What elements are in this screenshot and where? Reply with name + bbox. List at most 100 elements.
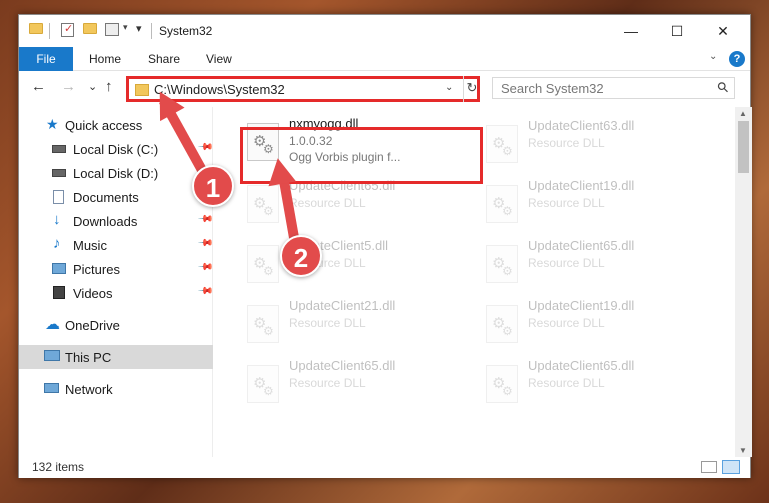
pictures-icon (52, 263, 66, 274)
network-icon (44, 383, 59, 393)
maximize-button[interactable]: ☐ (654, 15, 700, 47)
separator (151, 23, 152, 39)
drive-icon (52, 169, 66, 177)
dll-file-icon: ⚙ ⚙ (247, 305, 279, 343)
tab-file[interactable]: File (19, 47, 73, 71)
new-folder-icon[interactable] (83, 23, 97, 34)
sidebar-item-label: Documents (73, 190, 139, 205)
file-item[interactable]: ⚙ ⚙ UpdateClient5.dll Resource DLL (241, 235, 471, 293)
file-name: UpdateClient65.dll (528, 238, 635, 253)
computer-icon (44, 350, 60, 361)
refresh-button[interactable]: ↻ (463, 76, 480, 102)
sidebar-item-videos[interactable]: Videos 📌 (19, 281, 214, 305)
sidebar-item-network[interactable]: Network (19, 377, 213, 401)
dropdown-arrow-icon[interactable]: ▾ (123, 22, 128, 38)
file-name: UpdateClient21.dll (289, 298, 396, 313)
search-box[interactable]: Search System32 ⚲ (492, 77, 735, 99)
navigation-pane: ★ Quick access Local Disk (C:) 📌 Local D… (19, 107, 214, 457)
file-name: UpdateClient65.dll (289, 358, 396, 373)
dll-file-icon: ⚙ ⚙ (486, 185, 518, 223)
file-name: UpdateClient63.dll (528, 118, 635, 133)
downloads-icon: ↓ (53, 211, 61, 228)
ribbon-tabs: File Home Share View ⌄ ? (19, 47, 750, 71)
file-item[interactable]: ⚙ ⚙ UpdateClient65.dll Resource DLL (480, 235, 710, 293)
help-icon[interactable]: ? (729, 51, 745, 67)
cloud-icon: ☁ (45, 316, 60, 333)
file-type: Resource DLL (289, 316, 366, 330)
annotation-arrowhead-2 (263, 155, 297, 187)
sidebar-item-label: Local Disk (C:) (73, 142, 159, 157)
dll-file-icon: ⚙ ⚙ (486, 125, 518, 163)
sidebar-item-downloads[interactable]: ↓ Downloads 📌 (19, 209, 214, 233)
address-dropdown-icon[interactable]: ⌄ (445, 82, 453, 93)
sidebar-item-pictures[interactable]: Pictures 📌 (19, 257, 214, 281)
pin-icon[interactable]: 📌 (197, 211, 214, 228)
file-item[interactable]: ⚙ ⚙ UpdateClient19.dll Resource DLL (480, 295, 710, 353)
dll-file-icon: ⚙ ⚙ (247, 245, 279, 283)
file-type: Resource DLL (289, 376, 366, 390)
sidebar-item-label: Downloads (73, 214, 138, 229)
file-type: Resource DLL (289, 196, 366, 210)
details-view-icon[interactable] (701, 461, 717, 473)
properties-icon[interactable]: ✓ (61, 23, 74, 37)
star-icon: ★ (46, 116, 59, 132)
scroll-up-icon[interactable]: ▲ (739, 109, 747, 118)
folder-icon (29, 23, 43, 34)
tab-share[interactable]: Share (148, 47, 180, 71)
dll-file-icon: ⚙ ⚙ (486, 365, 518, 403)
sidebar-item-onedrive[interactable]: ☁ OneDrive (19, 313, 213, 337)
tab-home[interactable]: Home (89, 47, 121, 71)
status-bar: 132 items (19, 457, 750, 478)
file-type: Resource DLL (528, 256, 605, 270)
back-button[interactable]: ← (31, 78, 46, 95)
customize-icon[interactable] (105, 23, 119, 36)
quick-access-toolbar-dropdown-icon[interactable]: ▾ (136, 22, 142, 38)
file-item[interactable]: ⚙ ⚙ UpdateClient21.dll Resource DLL (241, 295, 471, 353)
pin-icon[interactable]: 📌 (197, 235, 214, 252)
videos-icon (53, 286, 65, 299)
file-name: UpdateClient65.dll (528, 358, 635, 373)
search-input[interactable]: Search System32 (501, 81, 604, 96)
file-item[interactable]: ⚙ ⚙ UpdateClient63.dll Resource DLL (480, 115, 710, 173)
scroll-thumb[interactable] (738, 121, 749, 173)
sidebar-item-label: Network (65, 382, 113, 397)
sidebar-item-label: OneDrive (65, 318, 120, 333)
up-button[interactable]: ↑ (105, 78, 113, 95)
sidebar-item-label: Quick access (65, 118, 143, 133)
sidebar-item-label: Local Disk (D:) (73, 166, 159, 181)
file-item[interactable]: ⚙ ⚙ UpdateClient19.dll Resource DLL (480, 175, 710, 233)
sidebar-item-documents[interactable]: Documents 📌 (19, 185, 214, 209)
dll-file-icon: ⚙ ⚙ (486, 245, 518, 283)
minimize-button[interactable]: — (608, 15, 654, 47)
window-title: System32 (159, 24, 213, 38)
file-type: Resource DLL (528, 196, 605, 210)
tab-view[interactable]: View (206, 47, 232, 71)
sidebar-item-label: This PC (65, 350, 112, 365)
file-item[interactable]: ⚙ ⚙ UpdateClient65.dll Resource DLL (480, 355, 710, 413)
scroll-down-icon[interactable]: ▼ (739, 446, 747, 455)
dll-file-icon: ⚙ ⚙ (247, 365, 279, 403)
documents-icon (53, 190, 64, 204)
sidebar-item-local-disk-d[interactable]: Local Disk (D:) 📌 (19, 161, 214, 185)
file-explorer-window: ✓ ▾ ▾ System32 — ☐ ✕ File Home Share Vie… (18, 14, 752, 478)
pin-icon[interactable]: 📌 (197, 283, 214, 300)
search-icon: ⚲ (713, 77, 732, 97)
file-item[interactable]: ⚙ ⚙ UpdateClient65.dll Resource DLL (241, 355, 471, 413)
pin-icon[interactable]: 📌 (197, 259, 214, 276)
large-icons-view-icon[interactable] (722, 460, 740, 474)
separator (49, 23, 50, 39)
item-count: 132 items (32, 460, 85, 474)
music-icon: ♪ (53, 235, 61, 252)
dll-file-icon: ⚙ ⚙ (247, 185, 279, 223)
annotation-marker-2: 2 (280, 235, 322, 277)
forward-button[interactable]: → (61, 78, 76, 95)
sidebar-item-music[interactable]: ♪ Music 📌 (19, 233, 214, 257)
title-bar: ✓ ▾ ▾ System32 — ☐ ✕ (19, 15, 750, 47)
file-name: UpdateClient19.dll (528, 298, 635, 313)
vertical-scrollbar[interactable]: ▲ ▼ (735, 107, 752, 457)
close-button[interactable]: ✕ (700, 15, 746, 47)
pin-icon[interactable]: 📌 (197, 139, 214, 156)
recent-locations-button[interactable]: ⌄ (88, 80, 97, 93)
expand-ribbon-icon[interactable]: ⌄ (709, 51, 717, 62)
sidebar-item-this-pc[interactable]: This PC (19, 345, 213, 369)
